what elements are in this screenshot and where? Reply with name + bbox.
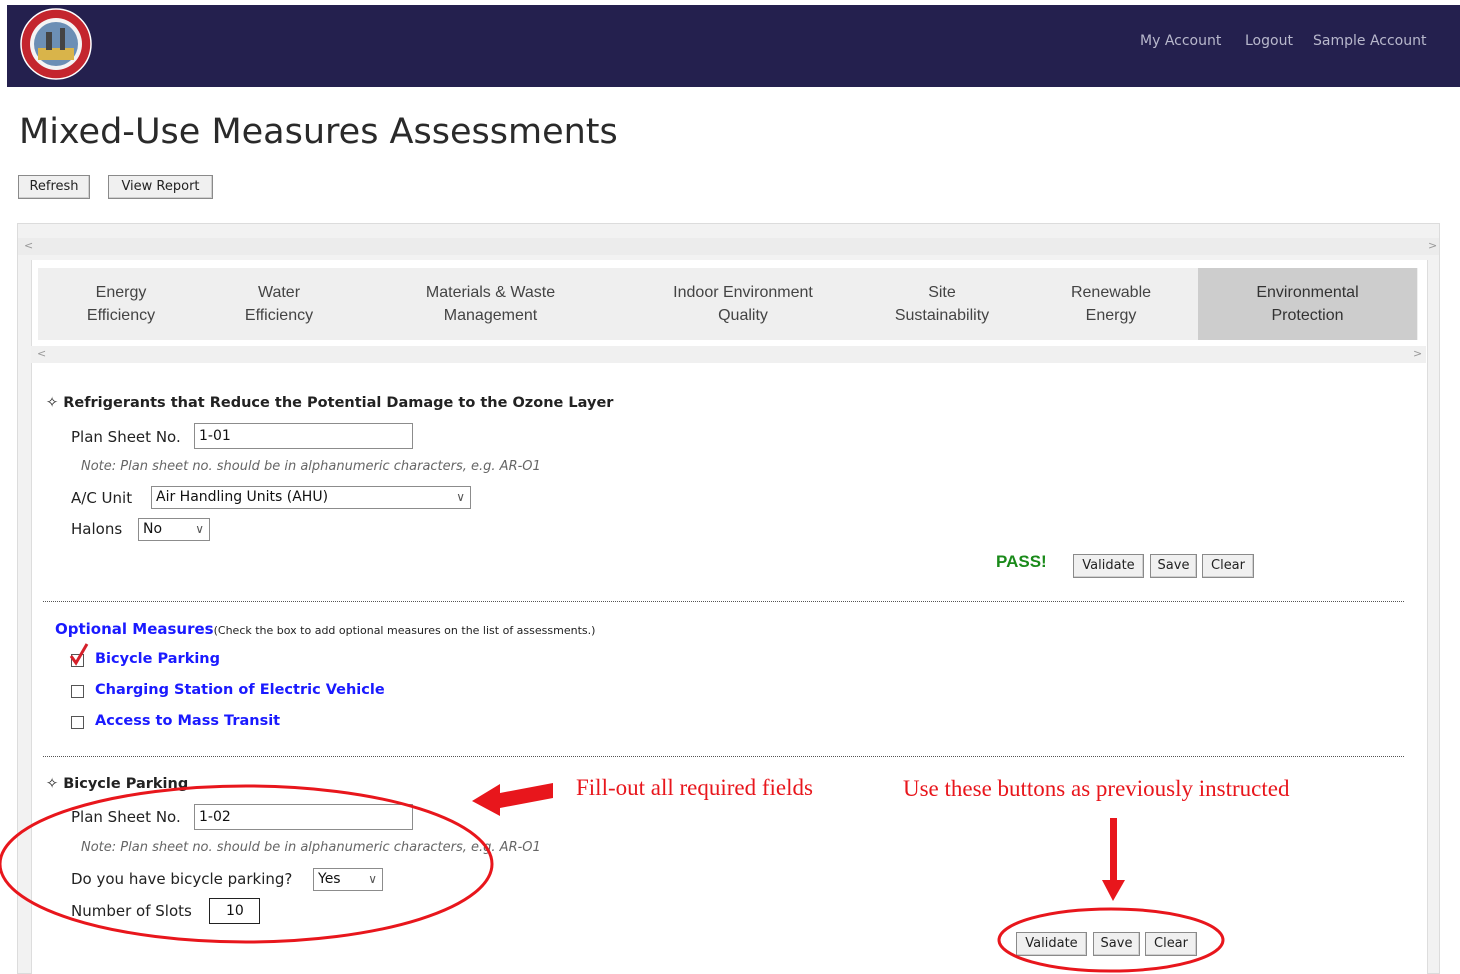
annotation-overlay bbox=[0, 783, 1225, 973]
annotation-use-buttons: Use these buttons as previously instruct… bbox=[903, 776, 1290, 801]
annotation-fill-out-fields: Fill-out all required fields bbox=[576, 775, 813, 800]
